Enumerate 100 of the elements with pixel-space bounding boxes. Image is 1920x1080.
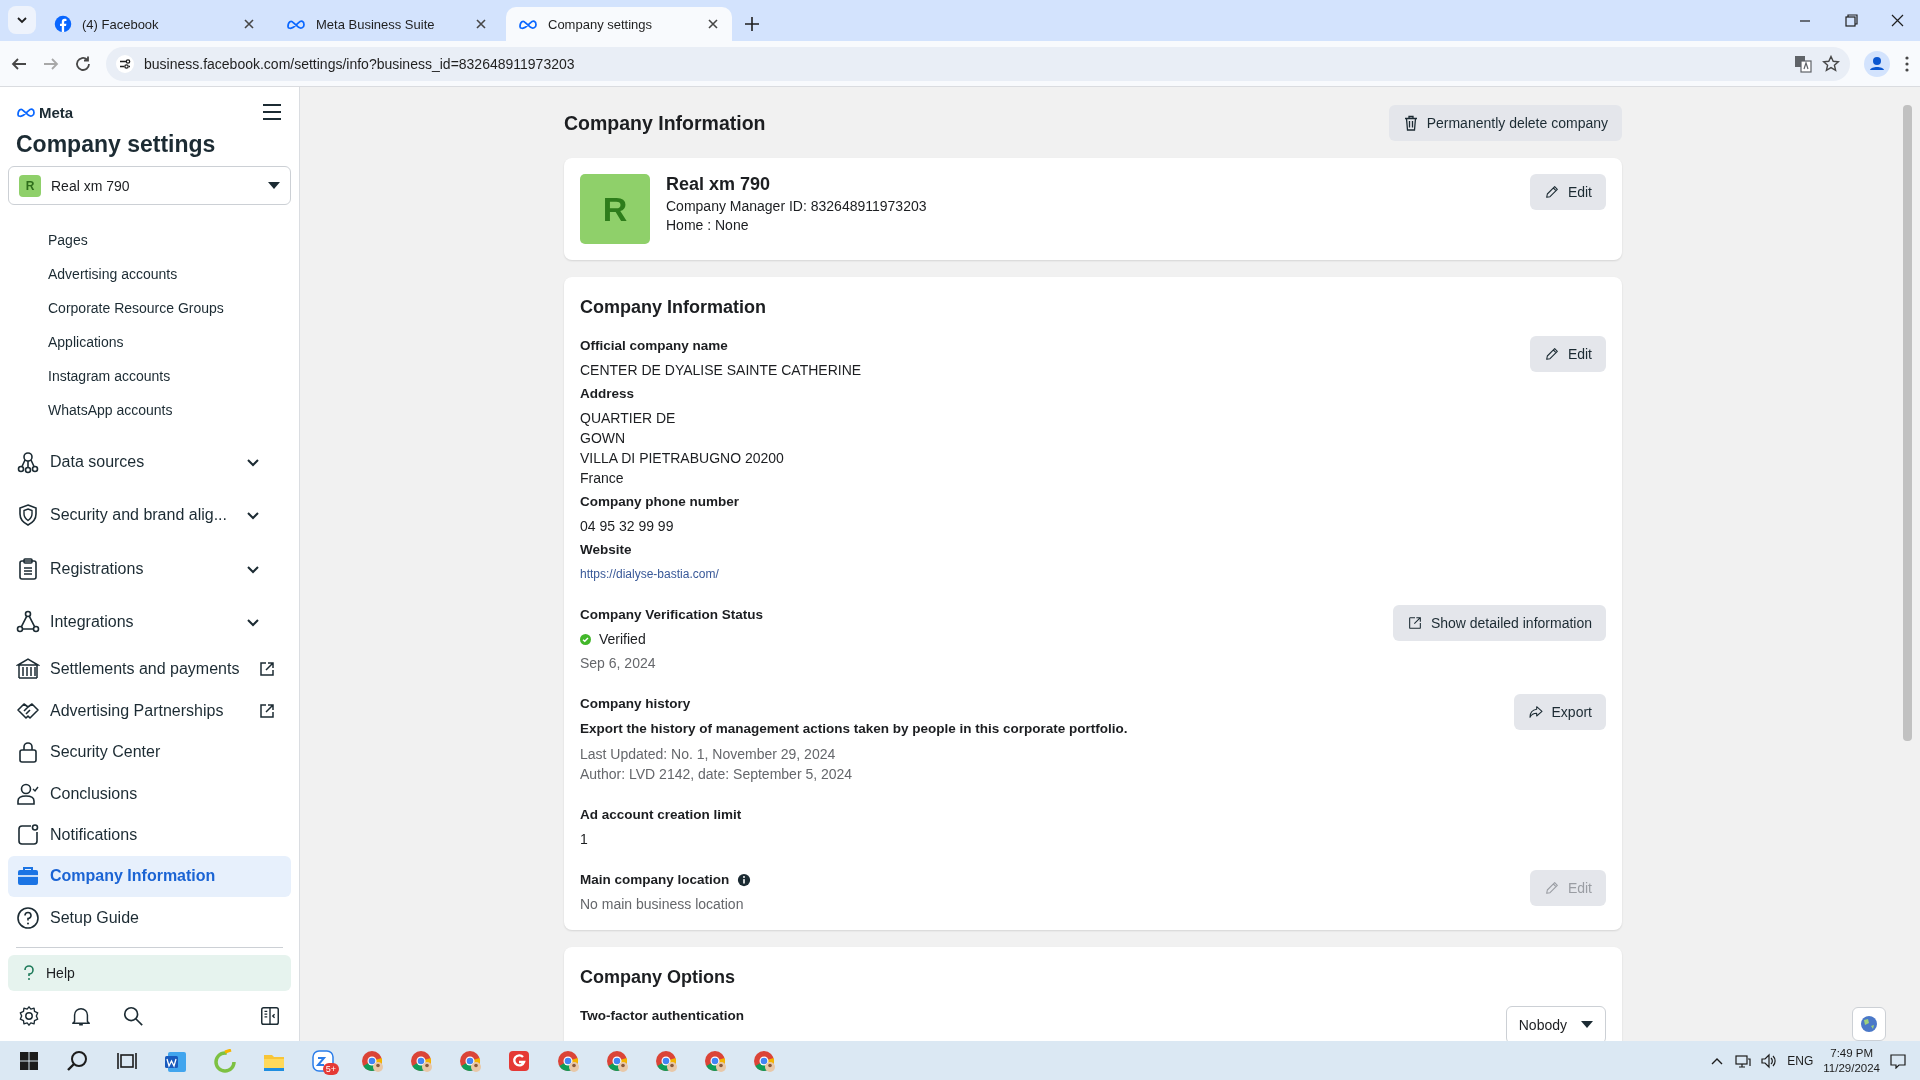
help-button[interactable]: Help: [8, 955, 291, 991]
field-value: Author: LVD 2142, date: September 5, 2024: [580, 765, 854, 784]
help-icon: [16, 905, 40, 930]
bank-icon: [16, 657, 40, 682]
company-name: Real xm 790: [666, 174, 772, 195]
trash-icon: [1402, 115, 1419, 131]
field-label: Company phone number: [580, 493, 739, 511]
sidebar-item[interactable]: Settlements and payments: [8, 648, 291, 690]
address-bar[interactable]: business.facebook.com/settings/info?business_id=832648911973203: [106, 46, 1850, 81]
page-heading: Company Information: [564, 111, 766, 135]
menu-icon[interactable]: [261, 101, 283, 123]
sidebar-item[interactable]: Setup Guide: [8, 897, 291, 939]
dropdown[interactable]: Nobody: [1505, 1006, 1606, 1041]
sidebar-subitem[interactable]: WhatsApp accounts: [48, 393, 291, 428]
export-button[interactable]: Export: [1513, 694, 1606, 730]
network-icon[interactable]: [1735, 1053, 1752, 1069]
sidebar-subitem[interactable]: Corporate Resource Groups: [48, 291, 291, 326]
details-button[interactable]: Show detailed information: [1392, 605, 1606, 641]
browser-icon: [751, 1049, 776, 1073]
chevron-down-icon: [16, 14, 28, 26]
field-label: Ad account creation limit: [580, 806, 742, 824]
edit-button[interactable]: Edit: [1529, 174, 1606, 210]
sidebar-subitem[interactable]: Pages: [48, 223, 291, 258]
more-icon[interactable]: [1904, 54, 1910, 73]
sidebar-item[interactable]: Company Information: [8, 855, 291, 898]
close-icon[interactable]: [242, 17, 256, 31]
browser-tab[interactable]: Company settings: [506, 7, 732, 41]
browser-tab[interactable]: Meta Business Suite: [274, 7, 500, 41]
close-icon[interactable]: [474, 17, 488, 31]
new-tab-icon[interactable]: [742, 14, 762, 34]
language-indicator[interactable]: ENG: [1787, 1054, 1814, 1068]
delete-company-button[interactable]: Permanently delete company: [1388, 105, 1622, 141]
field-label: Company Verification Status: [580, 606, 764, 624]
edit-button[interactable]: Edit: [1529, 336, 1606, 372]
external-link-icon: [1406, 615, 1423, 631]
field-value: GOWN: [580, 429, 627, 448]
globe-icon: [1859, 1014, 1879, 1034]
facebook-icon: [54, 15, 72, 33]
globe-button[interactable]: [1852, 1007, 1886, 1041]
taskbar-app[interactable]: 5+: [298, 1041, 347, 1080]
field-value: France: [580, 469, 625, 488]
card-title: Company Options: [580, 967, 736, 988]
sidebar-title: Company settings: [16, 131, 217, 158]
browser-icon: [604, 1049, 629, 1073]
field-value: 1: [580, 830, 589, 849]
profile-avatar-icon[interactable]: [1864, 50, 1890, 77]
sidebar-subitem[interactable]: Instagram accounts: [48, 359, 291, 394]
bell-icon[interactable]: [70, 1005, 92, 1027]
card-title: Company Information: [580, 297, 767, 318]
panel-toggle-icon[interactable]: [259, 1005, 281, 1027]
sidebar-item[interactable]: Advertising Partnerships: [8, 689, 291, 732]
field-value: CENTER DE DYALISE SAINTE CATHERINE: [580, 361, 862, 380]
translate-icon[interactable]: [1794, 54, 1812, 73]
sidebar-item[interactable]: Registrations: [8, 542, 291, 596]
website-link[interactable]: https://dialyse-bastia.com/: [580, 564, 862, 584]
nodes-icon: [16, 450, 40, 475]
browser-icon: [457, 1049, 482, 1073]
sidebar-subitem[interactable]: Advertising accounts: [48, 257, 291, 292]
app-icon: [212, 1049, 237, 1073]
sidebar-item[interactable]: Notifications: [8, 814, 291, 856]
network-icon: [16, 609, 40, 634]
field-label: Website: [580, 541, 632, 559]
sidebar-item[interactable]: Integrations: [8, 595, 291, 649]
browser-icon: [359, 1049, 384, 1073]
volume-icon[interactable]: [1761, 1053, 1778, 1069]
sidebar-item[interactable]: Conclusions: [8, 772, 291, 815]
person-check-icon: [16, 781, 40, 806]
clock[interactable]: 7:49 PM 11/29/2024: [1823, 1046, 1880, 1076]
app-icon: [506, 1049, 531, 1073]
site-settings-icon[interactable]: [116, 54, 134, 73]
field-label: Company history: [580, 695, 691, 713]
caret-icon: [268, 181, 280, 190]
reload-icon[interactable]: [74, 54, 92, 73]
lock-icon: [16, 740, 40, 765]
close-icon[interactable]: [706, 17, 720, 31]
sidebar-item[interactable]: Security Center: [8, 731, 291, 773]
word-icon: [163, 1049, 188, 1073]
caret-icon: [1581, 1021, 1593, 1029]
brand-name: Meta: [39, 103, 74, 121]
browser-tab[interactable]: (4) Facebook: [42, 7, 268, 41]
star-icon[interactable]: [1822, 54, 1840, 73]
chat-app-icon: [310, 1049, 335, 1073]
question-mark-icon: [22, 965, 36, 982]
account-selector[interactable]: R Real xm 790: [8, 166, 291, 206]
clipboard-icon: [16, 556, 40, 581]
sidebar-item[interactable]: Security and brand alig...: [8, 488, 291, 542]
field-label: Official company name: [580, 337, 728, 355]
field-label: Address: [580, 385, 635, 403]
meta-logo-icon: [16, 106, 36, 118]
search-icon[interactable]: [122, 1005, 144, 1027]
sidebar-item[interactable]: Data sources: [8, 435, 291, 489]
settings-icon[interactable]: [18, 1005, 40, 1027]
tab-search-button[interactable]: [8, 6, 36, 34]
meta-logo-icon: [518, 18, 538, 30]
field-value: No main business location: [580, 895, 745, 914]
shield-icon: [16, 503, 40, 528]
meta-logo-icon: [286, 18, 306, 30]
field-value: QUARTIER DE: [580, 409, 677, 428]
notification-icon[interactable]: [1890, 1053, 1906, 1069]
sidebar-subitem[interactable]: Applications: [48, 325, 291, 360]
